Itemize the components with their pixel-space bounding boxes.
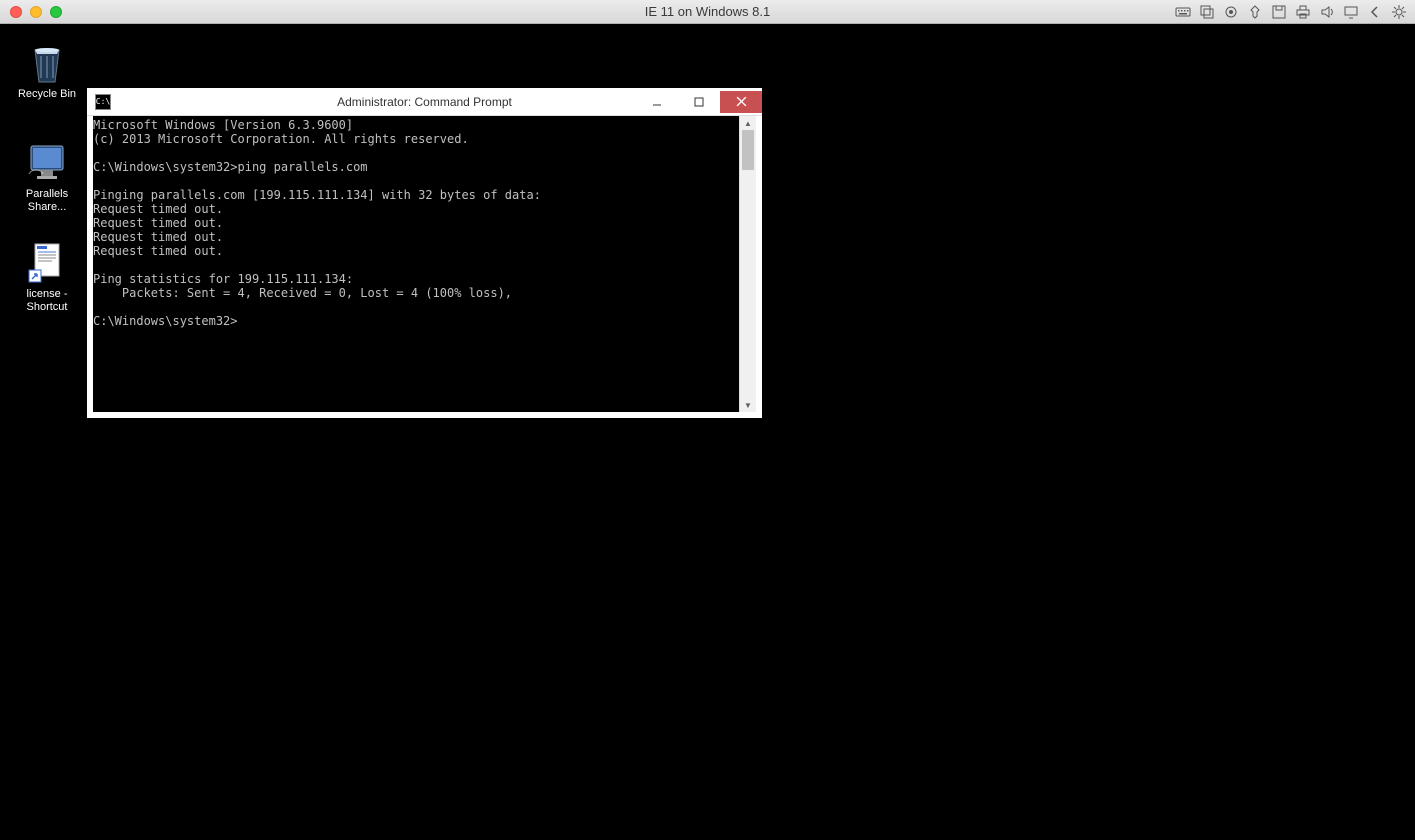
windows-desktop[interactable]: Recycle Bin Parallels Share... <box>0 24 1415 840</box>
parallels-toolbar-icons <box>1175 4 1415 20</box>
focus-icon[interactable] <box>1223 4 1239 20</box>
scroll-up-arrow[interactable]: ▲ <box>740 116 756 130</box>
printer-icon[interactable] <box>1295 4 1311 20</box>
minimize-button-mac[interactable] <box>30 6 42 18</box>
minimize-button[interactable] <box>636 91 678 113</box>
gear-icon[interactable] <box>1391 4 1407 20</box>
zoom-button-mac[interactable] <box>50 6 62 18</box>
desktop-icon-license-shortcut[interactable]: license - Shortcut <box>10 242 84 314</box>
monitor-icon <box>26 142 68 184</box>
close-button[interactable] <box>720 91 762 113</box>
desktop-icon-label: license - Shortcut <box>10 288 84 314</box>
command-prompt-titlebar[interactable]: C:\ Administrator: Command Prompt <box>87 88 762 116</box>
command-prompt-icon: C:\ <box>95 94 111 110</box>
scrollbar-vertical[interactable]: ▲ ▼ <box>739 116 756 412</box>
display-icon[interactable] <box>1343 4 1359 20</box>
maximize-button[interactable] <box>678 91 720 113</box>
desktop-icon-parallels-share[interactable]: Parallels Share... <box>10 142 84 214</box>
desktop-icon-label: Parallels Share... <box>10 188 84 214</box>
scroll-thumb[interactable] <box>742 130 754 170</box>
chevron-left-icon[interactable] <box>1367 4 1383 20</box>
disk-icon[interactable] <box>1271 4 1287 20</box>
document-shortcut-icon <box>26 242 68 284</box>
desktop-icon-recycle-bin[interactable]: Recycle Bin <box>10 42 84 101</box>
coherence-icon[interactable] <box>1199 4 1215 20</box>
recycle-bin-icon <box>26 42 68 84</box>
scroll-track[interactable] <box>740 130 756 398</box>
desktop-icon-label: Recycle Bin <box>10 88 84 101</box>
command-prompt-window: C:\ Administrator: Command Prompt Micros… <box>87 88 762 418</box>
pin-icon[interactable] <box>1247 4 1263 20</box>
scroll-down-arrow[interactable]: ▼ <box>740 398 756 412</box>
terminal-output[interactable]: Microsoft Windows [Version 6.3.9600] (c)… <box>93 116 739 412</box>
keyboard-icon[interactable] <box>1175 4 1191 20</box>
sound-icon[interactable] <box>1319 4 1335 20</box>
window-controls <box>636 91 762 113</box>
mac-titlebar: IE 11 on Windows 8.1 <box>0 0 1415 24</box>
traffic-lights <box>0 6 62 18</box>
close-button-mac[interactable] <box>10 6 22 18</box>
